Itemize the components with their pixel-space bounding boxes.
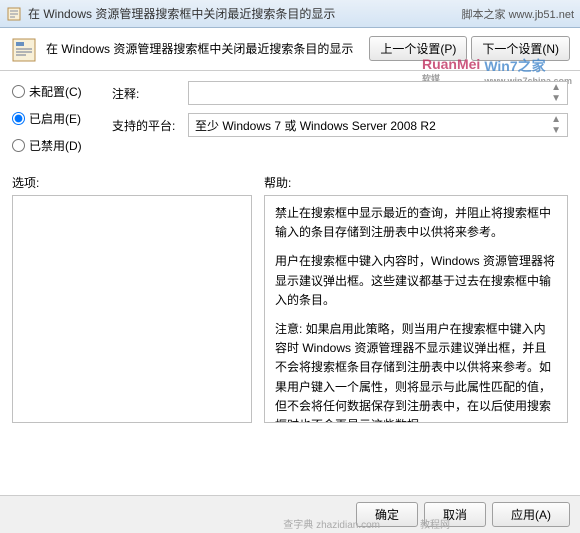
apply-button[interactable]: 应用(A) [492,502,570,527]
prev-setting-button[interactable]: 上一个设置(P) [369,36,467,61]
options-pane [12,195,252,423]
cancel-button[interactable]: 取消 [424,502,486,527]
radio-enabled-label: 已启用(E) [29,110,81,127]
help-paragraph: 注意: 如果启用此策略，则当用户在搜索框中键入内容时 Windows 资源管理器… [275,320,557,423]
platform-field: 至少 Windows 7 或 Windows Server 2008 R2 ▲▼ [188,113,568,137]
window-title: 在 Windows 资源管理器搜索框中关闭最近搜索条目的显示 [28,5,335,22]
help-pane: 禁止在搜索框中显示最近的查询，并阻止将搜索框中输入的条目存储到注册表中以供将来参… [264,195,568,423]
radio-enabled[interactable]: 已启用(E) [12,110,102,127]
radio-disabled-input[interactable] [12,139,25,152]
radio-disabled-label: 已禁用(D) [29,137,82,154]
radio-enabled-input[interactable] [12,112,25,125]
help-paragraph: 用户在搜索框中键入内容时，Windows 资源管理器将显示建议弹出框。这些建议都… [275,252,557,310]
radio-unconfigured-label: 未配置(C) [29,83,82,100]
options-label: 选项: [12,174,264,191]
header-ribbon: 在 Windows 资源管理器搜索框中关闭最近搜索条目的显示 上一个设置(P) … [0,28,580,71]
ok-button[interactable]: 确定 [356,502,418,527]
radio-disabled[interactable]: 已禁用(D) [12,137,102,154]
radio-unconfigured[interactable]: 未配置(C) [12,83,102,100]
scroll-arrows-icon: ▲▼ [551,82,561,104]
scroll-arrows-icon: ▲▼ [551,114,561,136]
next-setting-button[interactable]: 下一个设置(N) [471,36,570,61]
help-paragraph: 禁止在搜索框中显示最近的查询，并阻止将搜索框中输入的条目存储到注册表中以供将来参… [275,204,557,242]
policy-icon-large [10,36,38,64]
radio-unconfigured-input[interactable] [12,85,25,98]
platform-value: 至少 Windows 7 或 Windows Server 2008 R2 [195,117,436,134]
config-area: 未配置(C) 已启用(E) 已禁用(D) 注释: ▲▼ 支持的平台: 至少 Wi… [0,71,580,168]
comment-field[interactable]: ▲▼ [188,81,568,105]
watermark-top: 脚本之家 www.jb51.net [462,6,574,22]
ribbon-title: 在 Windows 资源管理器搜索框中关闭最近搜索条目的显示 [46,36,361,57]
dialog-footer: 查字典 zhazidian.com 教程网 确定 取消 应用(A) [0,495,580,533]
policy-icon [6,6,22,22]
state-radios: 未配置(C) 已启用(E) 已禁用(D) [12,81,102,164]
platform-label: 支持的平台: [112,113,180,134]
comment-label: 注释: [112,81,180,102]
titlebar: 在 Windows 资源管理器搜索框中关闭最近搜索条目的显示 脚本之家 www.… [0,0,580,28]
help-label: 帮助: [264,174,291,191]
